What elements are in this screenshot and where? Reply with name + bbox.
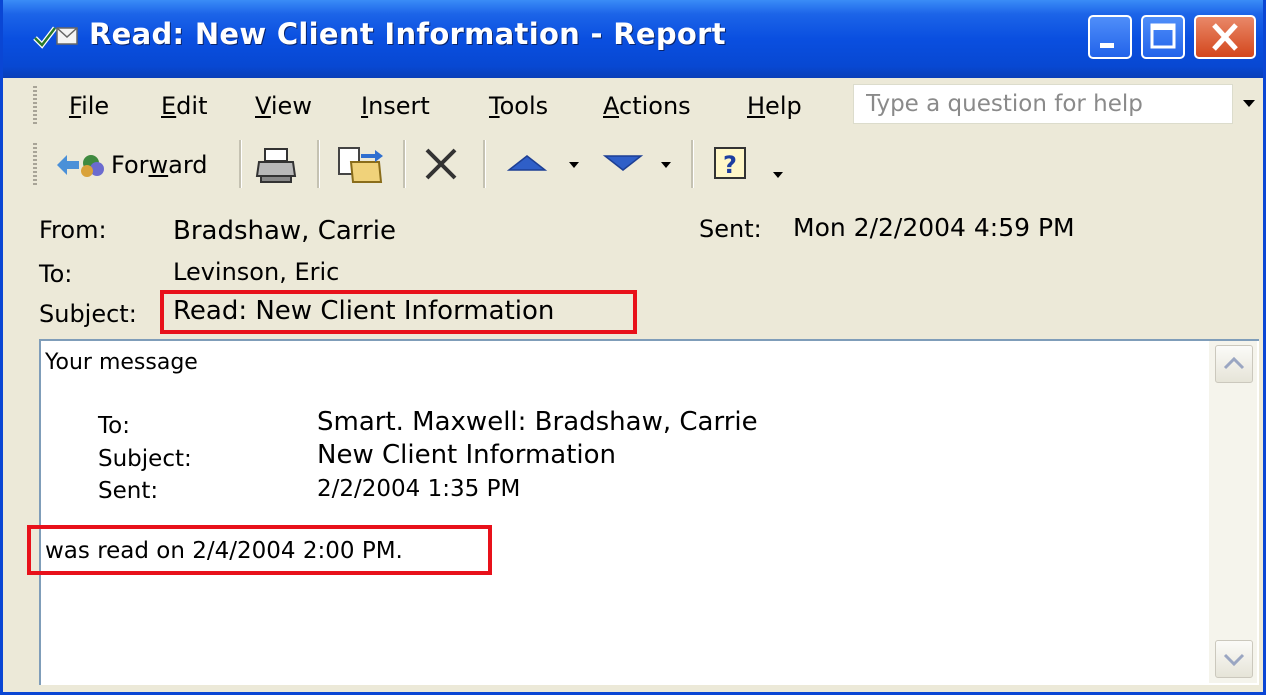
help-icon[interactable]: ? [711, 144, 751, 184]
title-bar[interactable]: Read: New Client Information - Report [3, 0, 1263, 78]
maximize-icon [1150, 23, 1176, 49]
menu-actions[interactable]: Actions [603, 92, 691, 120]
maximize-button[interactable] [1141, 15, 1185, 59]
original-to-value: Smart. Maxwell: Bradshaw, Carrie [317, 407, 758, 437]
chevron-up-icon [1223, 356, 1245, 370]
to-value[interactable]: Levinson, Eric [173, 258, 339, 286]
scroll-up-button[interactable] [1215, 345, 1253, 383]
previous-dropdown-icon[interactable] [567, 160, 581, 170]
menu-edit[interactable]: Edit [161, 92, 207, 120]
toolbar-separator [317, 140, 320, 188]
message-intro: Your message [45, 350, 198, 375]
previous-item-icon[interactable] [503, 150, 553, 176]
toolbar-options-icon[interactable] [771, 170, 785, 180]
close-button[interactable] [1194, 15, 1256, 59]
toolbar-separator [691, 140, 694, 188]
minimize-button[interactable] [1088, 15, 1132, 59]
menu-insert[interactable]: Insert [361, 92, 430, 120]
delete-icon[interactable] [421, 146, 461, 182]
message-body[interactable] [39, 339, 1259, 685]
help-search-input[interactable] [864, 85, 1228, 123]
menu-tools[interactable]: Tools [489, 92, 548, 120]
next-item-icon[interactable] [599, 150, 649, 176]
from-label: From: [39, 216, 107, 244]
menu-grip[interactable] [33, 86, 37, 126]
toolbar-separator [239, 140, 242, 188]
forward-icon [57, 155, 104, 177]
subject-label: Subject: [39, 300, 137, 328]
read-confirmation-highlight-box [27, 525, 492, 575]
move-to-folder-icon[interactable] [335, 144, 387, 186]
subject-highlight-box [160, 290, 637, 334]
chevron-down-icon [1223, 653, 1245, 667]
scroll-down-button[interactable] [1215, 640, 1253, 678]
menu-view[interactable]: View [255, 92, 312, 120]
help-search-box[interactable] [853, 84, 1233, 124]
next-dropdown-icon[interactable] [659, 160, 673, 170]
original-to-label: To: [98, 413, 130, 439]
forward-button[interactable]: Forward [111, 151, 208, 179]
sent-label: Sent: [699, 215, 762, 243]
from-value[interactable]: Bradshaw, Carrie [173, 216, 396, 246]
envelope-check-icon [33, 26, 78, 49]
original-sent-value: 2/2/2004 1:35 PM [317, 476, 521, 502]
minimize-icon [1100, 43, 1114, 48]
vertical-scrollbar[interactable] [1209, 341, 1257, 683]
menu-file[interactable]: File [69, 92, 109, 120]
print-icon[interactable] [255, 146, 299, 186]
close-icon [1212, 23, 1238, 51]
original-subject-value: New Client Information [317, 440, 617, 470]
menu-help[interactable]: Help [747, 92, 802, 120]
to-label: To: [39, 260, 73, 288]
help-dropdown-arrow[interactable] [1243, 100, 1255, 107]
original-sent-label: Sent: [98, 478, 159, 504]
report-window: Read: New Client Information - Report Fi… [0, 0, 1266, 695]
original-subject-label: Subject: [98, 446, 192, 472]
toolbar-separator [483, 140, 486, 188]
svg-text:?: ? [723, 151, 737, 179]
toolbar-grip[interactable] [33, 143, 37, 185]
window-title: Read: New Client Information - Report [89, 17, 726, 51]
sent-value: Mon 2/2/2004 4:59 PM [793, 213, 1075, 242]
toolbar-separator [403, 140, 406, 188]
